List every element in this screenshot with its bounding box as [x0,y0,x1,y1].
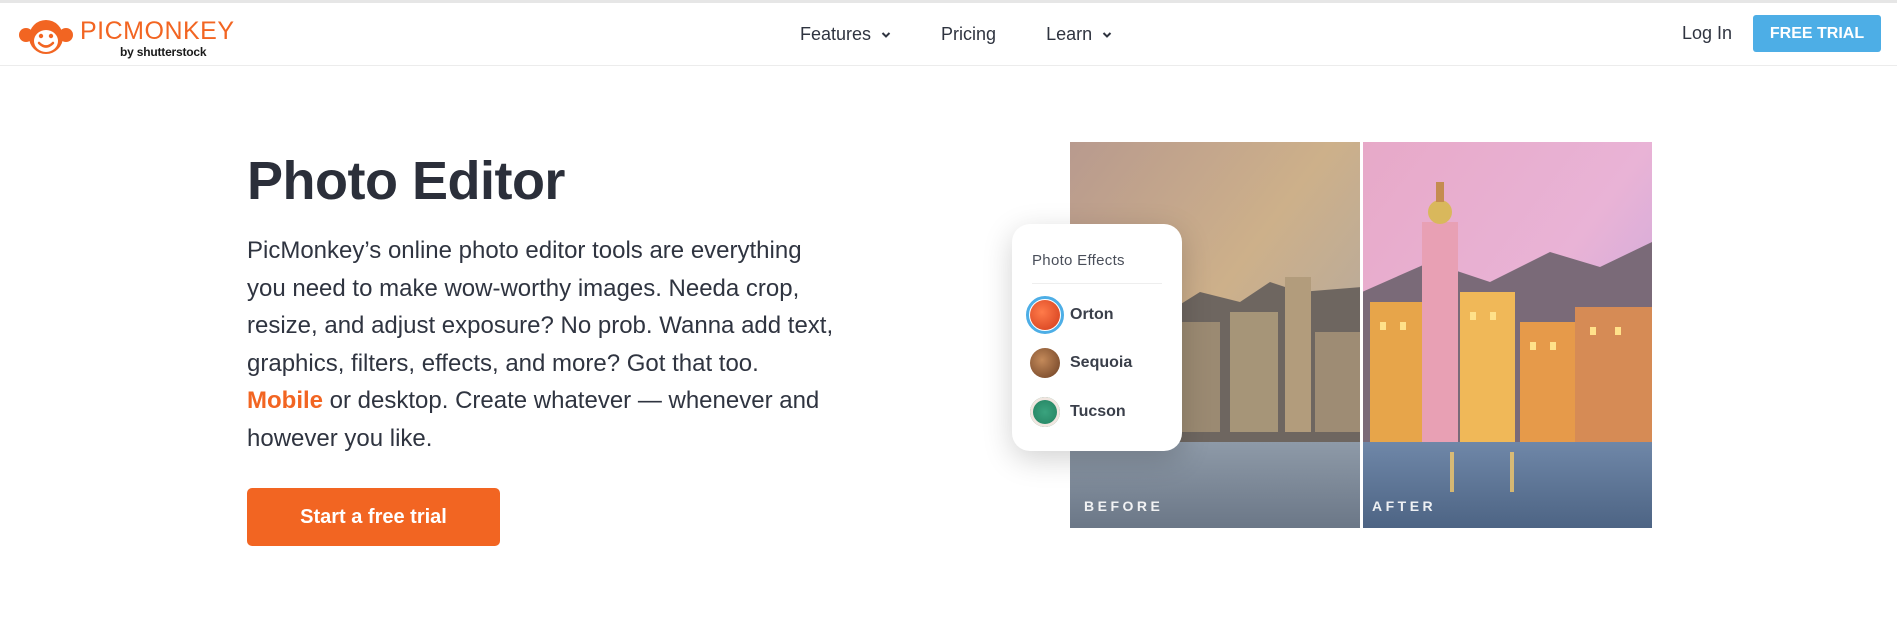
chevron-down-icon [1102,31,1112,38]
hero-description: PicMonkey’s online photo editor tools ar… [247,232,837,457]
logo-byline: by shutterstock [120,45,207,59]
divider [1032,283,1162,284]
chevron-down-icon [881,31,891,38]
orton-thumbnail [1030,300,1060,330]
free-trial-button[interactable]: FREE TRIAL [1753,15,1881,52]
nav-features[interactable]: Features [800,24,891,45]
login-link[interactable]: Log In [1682,23,1732,44]
sequoia-thumbnail [1030,348,1060,378]
effect-orton-label: Orton [1070,306,1114,323]
effect-orton[interactable]: Orton [1026,296,1114,334]
nav-pricing[interactable]: Pricing [941,24,996,45]
nav-learn[interactable]: Learn [1046,24,1112,45]
effect-tucson-label: Tucson [1070,403,1126,420]
picmonkey-logo[interactable]: PICMONKEY by shutterstock [18,15,234,59]
page-title: Photo Editor [247,151,565,211]
nav-pricing-label: Pricing [941,24,997,44]
main-nav: Features Pricing Learn [800,3,1162,66]
logo-wordmark: PICMONKEY [80,17,235,45]
effect-sequoia-label: Sequoia [1070,354,1133,371]
hero-desc-text-end: or desktop. Create whatever — whenever a… [247,387,820,452]
start-free-trial-button[interactable]: Start a free trial [247,488,500,546]
effect-tucson[interactable]: Tucson [1030,397,1126,427]
nav-learn-label: Learn [1046,24,1093,44]
monkey-icon [19,20,73,54]
effect-sequoia[interactable]: Sequoia [1030,348,1132,378]
photo-effects-card: Photo Effects Orton Sequoia Tucson [1012,224,1182,451]
after-label: AFTER [1372,498,1437,514]
effects-title: Photo Effects [1032,252,1125,269]
before-label: BEFORE [1084,498,1164,514]
nav-features-label: Features [800,24,872,44]
comparison-divider [1360,142,1363,528]
mobile-link[interactable]: Mobile [247,387,323,414]
tucson-thumbnail [1030,397,1060,427]
hero-desc-text: PicMonkey’s online photo editor tools ar… [247,237,834,377]
site-header: PICMONKEY by shutterstock Features Prici… [0,3,1897,66]
